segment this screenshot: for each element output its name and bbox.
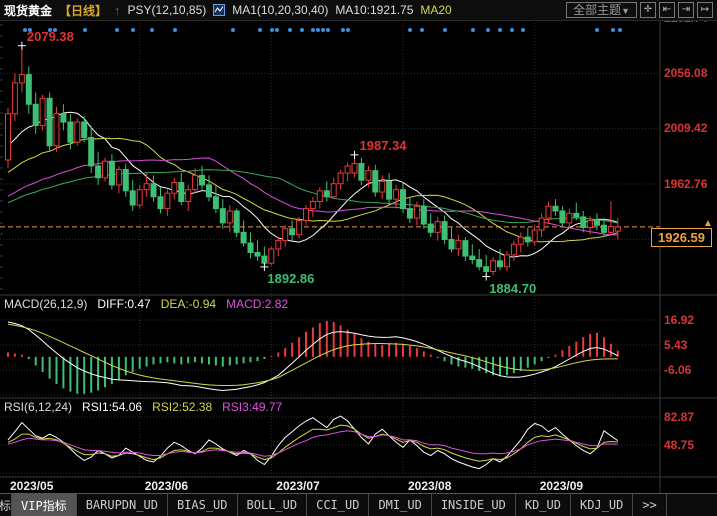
macd-title: MACD(26,12,9): [4, 297, 87, 311]
annotation-high: 2079.38: [27, 29, 74, 44]
tab-more[interactable]: >>: [633, 494, 666, 516]
chart-canvas[interactable]: [0, 0, 717, 516]
rsi2-value: RSI2:52.38: [152, 400, 212, 414]
macd-label-row: MACD(26,12,9) DIFF:0.47 DEA:-0.94 MACD:2…: [4, 297, 288, 311]
x-axis-label: 2023/06: [145, 479, 188, 493]
price-axis-label: 1962.76: [664, 177, 707, 191]
x-axis-label: 2023/07: [276, 479, 319, 493]
zoom-out-icon[interactable]: ⇤: [659, 2, 675, 18]
zoom-in-icon[interactable]: ⇥: [678, 2, 694, 18]
x-axis-label: 2023/05: [10, 479, 53, 493]
tab-boll[interactable]: BOLL_UD: [238, 494, 308, 516]
annotation-high: 1987.34: [360, 138, 407, 153]
rsi-title: RSI(6,12,24): [4, 400, 72, 414]
tab-kdj[interactable]: KDJ_UD: [571, 494, 633, 516]
macd-axis-label: 5.43: [664, 338, 687, 352]
trading-app-window: 现货黄金 【日线】 ↑ PSY(12,10,85) MA1(10,20,30,4…: [0, 0, 717, 516]
rsi-label-row: RSI(6,12,24) RSI1:54.06 RSI2:52.38 RSI3:…: [4, 400, 282, 414]
shift-right-icon[interactable]: ↦: [697, 2, 713, 18]
tab-dmi[interactable]: DMI_UD: [369, 494, 431, 516]
macd-hist-value: MACD:2.82: [226, 297, 288, 311]
tab-bias[interactable]: BIAS_UD: [168, 494, 238, 516]
chart-header: 现货黄金 【日线】 ↑ PSY(12,10,85) MA1(10,20,30,4…: [0, 0, 717, 21]
tab-inside[interactable]: INSIDE_UD: [432, 494, 516, 516]
price-axis-label: 2009.42: [664, 121, 707, 135]
current-price-badge: 1926.59: [651, 228, 712, 247]
period-label: 【日线】: [59, 2, 107, 19]
annotation-low: 1892.86: [267, 271, 314, 286]
macd-axis-label: -6.06: [664, 363, 691, 377]
macd-diff-value: DIFF:0.47: [97, 297, 150, 311]
annotation-low: 1884.70: [489, 281, 536, 296]
theme-dropdown[interactable]: 全部主题▼: [566, 2, 637, 18]
ma-group-label: MA1(10,20,30,40): [232, 3, 328, 17]
tab-kd[interactable]: KD_UD: [516, 494, 571, 516]
rsi1-value: RSI1:54.06: [82, 400, 142, 414]
instrument-title: 现货黄金: [4, 2, 52, 19]
rsi-axis-label: 82.87: [664, 410, 694, 424]
ma10-value-label: MA10:1921.75: [335, 3, 413, 17]
tab-cci[interactable]: CCI_UD: [307, 494, 369, 516]
psy-indicator-label: PSY(12,10,85): [128, 3, 207, 17]
rsi-axis-label: 48.75: [664, 438, 694, 452]
ma20-label: MA20: [420, 3, 451, 17]
mini-chart-icon: [213, 4, 225, 16]
rsi3-value: RSI3:49.77: [222, 400, 282, 414]
macd-axis-label: 16.92: [664, 313, 694, 327]
up-arrow-icon: ↑: [114, 3, 121, 18]
tab-vip-indicators[interactable]: VIP指标: [12, 494, 77, 516]
macd-dea-value: DEA:-0.94: [161, 297, 216, 311]
price-axis-label: 2056.08: [664, 66, 707, 80]
chevron-down-icon: ▼: [621, 6, 630, 16]
indicator-tab-bar: 标 VIP指标 BARUPDN_UD BIAS_UD BOLL_UD CCI_U…: [0, 493, 717, 516]
x-axis-label: 2023/09: [540, 479, 583, 493]
tab-partial[interactable]: 标: [0, 494, 12, 516]
header-toolbar: 全部主题▼ ✛ ⇤ ⇥ ↦: [566, 2, 713, 18]
pan-tool-icon[interactable]: ✛: [640, 2, 656, 18]
tab-barupdn[interactable]: BARUPDN_UD: [77, 494, 168, 516]
x-axis-label: 2023/08: [408, 479, 451, 493]
